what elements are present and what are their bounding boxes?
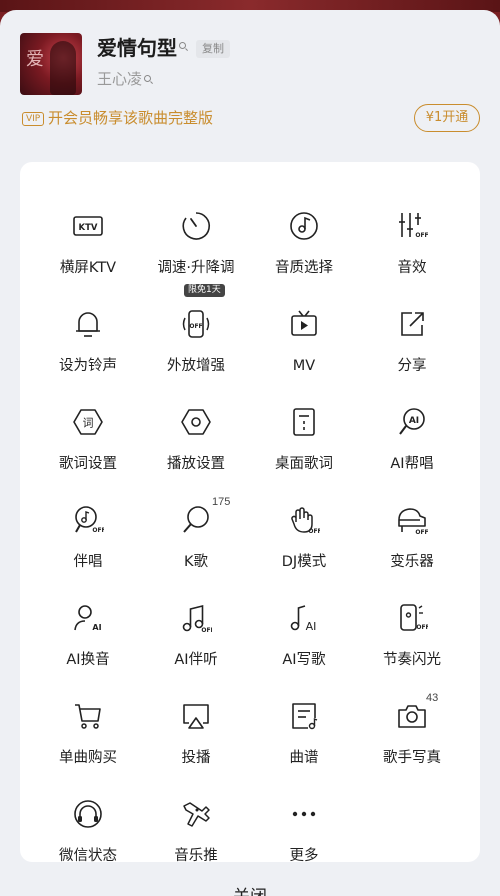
off-text: OFF	[189, 323, 202, 330]
ktv-landscape-item[interactable]: KTV 横屏KTV	[34, 176, 142, 276]
artist-photo-label: 歌手写真	[383, 750, 441, 766]
vip-badge: VIP	[22, 112, 45, 126]
search-icon[interactable]	[144, 75, 152, 82]
close-bar[interactable]: 关闭	[0, 862, 500, 896]
close-button[interactable]: 关闭	[0, 882, 500, 896]
desktop-lyrics-item[interactable]: 桌面歌词	[250, 372, 358, 472]
off-text: OFF	[415, 529, 428, 536]
action-grid: KTV 横屏KTV 调速·升降调 音质选择 OFF 音效 设为铃声 限免1天 O…	[20, 162, 480, 864]
vip-banner[interactable]: VIP 开会员畅享该歌曲完整版 ¥1开通	[20, 104, 480, 134]
vip-promo-text[interactable]: 开会员畅享该歌曲完整版	[48, 108, 213, 128]
quality-item[interactable]: 音质选择	[250, 176, 358, 276]
off-text: OFF	[308, 528, 320, 535]
flash-phone-icon: OFF	[396, 602, 428, 634]
instrument-item[interactable]: OFF 变乐器	[358, 470, 466, 570]
artist-name[interactable]: 王心凌	[97, 69, 142, 89]
quality-disc-icon	[288, 210, 320, 242]
ai-mic-icon: AI	[396, 406, 428, 438]
ai-text: AI	[409, 416, 419, 426]
ai-chorus-item[interactable]: AI AI帮唱	[358, 372, 466, 472]
karaoke-item[interactable]: 175 K歌	[142, 470, 250, 570]
accompany-item[interactable]: OFF 伴唱	[34, 470, 142, 570]
karaoke-mic-icon	[180, 504, 212, 536]
effects-item[interactable]: OFF 音效	[358, 176, 466, 276]
lyric-settings-item[interactable]: 词 歌词设置	[34, 372, 142, 472]
play-settings-item[interactable]: 播放设置	[142, 372, 250, 472]
score-sheet-icon	[288, 700, 320, 732]
album-cover-mark: 爱	[26, 49, 44, 70]
vip-open-button[interactable]: ¥1开通	[414, 104, 480, 132]
ai-voice-item[interactable]: AI AI换音	[34, 568, 142, 668]
lyric-hexagon-icon: 词	[72, 406, 104, 438]
more-dots-icon	[288, 798, 320, 830]
buy-single-item[interactable]: 单曲购买	[34, 666, 142, 766]
off-text: OFF	[201, 627, 212, 634]
album-cover[interactable]: 爱	[20, 33, 82, 95]
dj-hand-icon: OFF	[288, 504, 320, 536]
ai-compose-item[interactable]: AI AI写歌	[250, 568, 358, 668]
song-header: 爱 爱情句型 复制 王心凌	[20, 33, 480, 105]
ai-person-icon: AI	[72, 602, 104, 634]
score-item[interactable]: 曲谱	[250, 666, 358, 766]
music-note-off-icon: OFF	[180, 602, 212, 634]
bell-icon	[72, 308, 104, 340]
ringtone-item[interactable]: 设为铃声	[34, 274, 142, 374]
piano-icon: OFF	[396, 504, 428, 536]
lyric-char: 词	[83, 417, 94, 430]
share-icon	[396, 308, 428, 340]
ai-accompany-item[interactable]: OFF AI伴听	[142, 568, 250, 668]
karaoke-count: 175	[212, 496, 231, 508]
song-title[interactable]: 爱情句型	[97, 36, 177, 62]
settings-hexagon-icon	[180, 406, 212, 438]
ai-text: AI	[92, 623, 101, 632]
artist-photo-item[interactable]: 43 歌手写真	[358, 666, 466, 766]
off-text: OFF	[415, 232, 428, 239]
music-note-ai-icon: AI	[288, 602, 320, 634]
song-title-row: 爱情句型 复制	[97, 36, 230, 62]
phone-speaker-icon: OFF	[180, 308, 212, 340]
cart-icon	[72, 700, 104, 732]
camera-icon	[396, 700, 428, 732]
action-sheet: 爱 爱情句型 复制 王心凌 VIP 开会员畅享该歌曲完整版 ¥1开通 KTV 横…	[0, 10, 500, 896]
ktv-icon-text: KTV	[79, 223, 98, 233]
accompany-icon: OFF	[72, 504, 104, 536]
dj-mode-item[interactable]: OFF DJ模式	[250, 470, 358, 570]
amplify-item[interactable]: 限免1天 OFF 外放增强	[142, 274, 250, 374]
album-cover-figure	[50, 41, 76, 95]
free-trial-tag: 限免1天	[184, 284, 225, 297]
artist-row: 王心凌	[97, 69, 152, 89]
ktv-icon: KTV	[72, 210, 104, 242]
speed-pitch-item[interactable]: 调速·升降调	[142, 176, 250, 276]
share-item[interactable]: 分享	[358, 274, 466, 374]
copy-button[interactable]: 复制	[196, 40, 230, 58]
desktop-lyrics-icon	[288, 406, 320, 438]
search-icon[interactable]	[179, 42, 186, 49]
cast-item[interactable]: 投播	[142, 666, 250, 766]
off-text: OFF	[416, 624, 428, 631]
trumpet-icon	[180, 798, 212, 830]
equalizer-icon: OFF	[396, 210, 428, 242]
off-text: OFF	[92, 527, 104, 534]
more-item[interactable]: 更多	[250, 764, 358, 864]
rhythm-flash-item[interactable]: OFF 节奏闪光	[358, 568, 466, 668]
ai-text: AI	[306, 620, 317, 633]
music-promote-item[interactable]: 音乐推	[142, 764, 250, 864]
wechat-status-item[interactable]: 微信状态	[34, 764, 142, 864]
speed-dial-icon	[180, 210, 212, 242]
mv-item[interactable]: MV	[250, 274, 358, 374]
tv-icon	[288, 308, 320, 340]
cast-icon	[180, 700, 212, 732]
headphones-icon	[72, 798, 104, 830]
